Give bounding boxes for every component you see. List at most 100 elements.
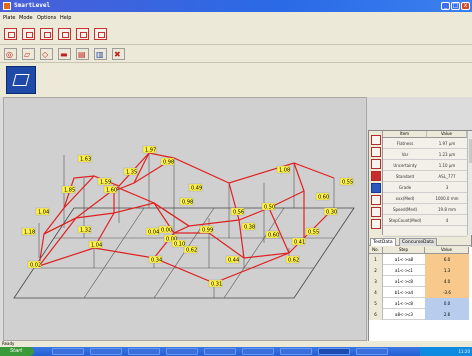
table-row[interactable]: 2 a1<->c1 1.3 bbox=[369, 265, 469, 276]
mode-strip bbox=[0, 63, 472, 97]
taskbar-item[interactable] bbox=[280, 348, 312, 355]
save-plate-button[interactable] bbox=[40, 28, 53, 40]
graph-value: 1.08 bbox=[279, 168, 290, 174]
col-value-header[interactable]: Value bbox=[427, 131, 467, 138]
graph-value: 0.02 bbox=[30, 263, 41, 269]
row-value: 1000.0 mm bbox=[435, 196, 459, 201]
table-row[interactable]: Var 1.23 μm bbox=[383, 149, 467, 160]
panel-tool-split[interactable] bbox=[371, 147, 381, 157]
toolbar-secondary: ◎ ▱ ◇ ▬ ▤ ▥ ✖ bbox=[0, 45, 472, 63]
row-value[interactable]: 1.3 bbox=[425, 265, 469, 276]
row-value: 1.10 μm bbox=[438, 163, 456, 168]
taskbar-item[interactable] bbox=[128, 348, 160, 355]
measure-tool-button[interactable]: ◎ bbox=[4, 48, 17, 60]
table-row[interactable]: 1 a1<->a8 6.0 bbox=[369, 254, 469, 265]
calc-tool-button[interactable]: ▤ bbox=[76, 48, 89, 60]
graph-value: 0.55 bbox=[308, 230, 319, 236]
col-value-header[interactable]: Value bbox=[425, 247, 469, 254]
table-row[interactable]: Flatness 1.97 μm bbox=[383, 138, 467, 149]
panel-tool-section[interactable] bbox=[371, 195, 381, 205]
table-row[interactable]: 4 b1<->a4 -3.6 bbox=[369, 287, 469, 298]
table-row[interactable]: Grade 3 bbox=[383, 182, 467, 193]
window-title: SmartLevel bbox=[14, 2, 51, 9]
row-value[interactable]: 2.6 bbox=[425, 309, 469, 320]
table-row[interactable]: 5 a1<->c8 0.0 bbox=[369, 298, 469, 309]
row-value[interactable]: -3.6 bbox=[425, 287, 469, 298]
maximize-button[interactable]: □ bbox=[451, 2, 460, 10]
taskbar-item[interactable] bbox=[242, 348, 274, 355]
taskbar-item[interactable] bbox=[90, 348, 122, 355]
row-no: 2 bbox=[369, 265, 383, 276]
row-value[interactable]: 6.0 bbox=[425, 254, 469, 265]
row-step: a1<->c8 bbox=[395, 301, 413, 306]
minimize-button[interactable]: _ bbox=[441, 2, 450, 10]
settings-button[interactable] bbox=[94, 28, 107, 40]
close-view-button[interactable]: ✖ bbox=[112, 48, 125, 60]
row-item: StepCount(Med) bbox=[388, 218, 422, 223]
row-no: 1 bbox=[369, 254, 383, 265]
eraser-icon: ◇ bbox=[42, 50, 49, 59]
table-row[interactable]: Uncertainty 1.10 μm bbox=[383, 160, 467, 171]
new-plate-button[interactable] bbox=[4, 28, 17, 40]
col-step-header[interactable]: Step bbox=[383, 247, 425, 254]
graph-value: 0.99 bbox=[202, 228, 213, 234]
taskbar-item[interactable] bbox=[204, 348, 236, 355]
row-value[interactable]: 4.0 bbox=[425, 276, 469, 287]
panel-tool-curve[interactable] bbox=[371, 159, 381, 169]
table-row[interactable]: 6 a8<->c3 2.6 bbox=[369, 309, 469, 320]
panel-tool-export[interactable] bbox=[371, 219, 381, 229]
level-tool-button[interactable]: ▬ bbox=[58, 48, 71, 60]
panel-tool-fill[interactable] bbox=[371, 171, 381, 181]
table-row[interactable]: xxx(Med) 1000.0 mm bbox=[383, 193, 467, 204]
export-button[interactable] bbox=[76, 28, 89, 40]
graph-value: 0.98 bbox=[163, 160, 174, 166]
taskbar-item[interactable] bbox=[52, 348, 84, 355]
taskbar-item[interactable] bbox=[166, 348, 198, 355]
eraser-tool-button[interactable]: ◇ bbox=[40, 48, 53, 60]
graph-value: 0.30 bbox=[326, 210, 337, 216]
row-item: Var bbox=[401, 152, 409, 157]
open-plate-button[interactable] bbox=[22, 28, 35, 40]
graph-value: 0.49 bbox=[191, 186, 202, 192]
menu-plate[interactable]: Plate bbox=[3, 15, 16, 21]
taskbar-item[interactable] bbox=[356, 348, 388, 355]
tab-concurse-data[interactable]: ConcurseData bbox=[399, 238, 437, 246]
results-scrollbar[interactable] bbox=[467, 131, 472, 235]
title-bar: SmartLevel _ □ x bbox=[0, 0, 472, 12]
close-button[interactable]: x bbox=[461, 2, 470, 10]
target-icon: ◎ bbox=[6, 50, 13, 59]
menu-options[interactable]: Options bbox=[37, 15, 56, 21]
col-item-header[interactable]: Item bbox=[383, 131, 427, 138]
graph-value: 0.31 bbox=[211, 282, 222, 288]
table-row[interactable]: 3 a1<->c8 4.0 bbox=[369, 276, 469, 287]
print-button[interactable] bbox=[58, 28, 71, 40]
taskbar-item-active[interactable] bbox=[318, 348, 350, 355]
graph-value: 1.97 bbox=[145, 148, 156, 154]
table-row[interactable]: Speed(Med) 19.8 mm bbox=[383, 204, 467, 215]
panel-tool-plane[interactable] bbox=[371, 135, 381, 145]
taskbar: Start 11:20 bbox=[0, 347, 472, 356]
chart-tool-button[interactable]: ▥ bbox=[94, 48, 107, 60]
menu-help[interactable]: Help bbox=[60, 15, 71, 21]
tab-test-data[interactable]: TestData bbox=[370, 238, 396, 246]
plate-mode-button[interactable] bbox=[6, 66, 36, 94]
panel-toolbar bbox=[369, 131, 383, 235]
panel-tool-grid[interactable] bbox=[371, 207, 381, 217]
row-value[interactable]: 0.0 bbox=[425, 298, 469, 309]
row-value: 19.8 mm bbox=[438, 207, 456, 212]
parallelogram-icon bbox=[12, 74, 30, 86]
calc-icon: ▤ bbox=[78, 50, 86, 59]
panel-tool-3d[interactable] bbox=[371, 183, 381, 193]
table-row[interactable] bbox=[383, 226, 467, 237]
test-data-grid: No. Step Value 1 a1<->a8 6.0 2 a1<->c1 1.3 3… bbox=[369, 247, 472, 342]
flatness-3d-view[interactable]: 1.63 1.97 0.98 1.59 1.08 1.85 1.35 1.60 … bbox=[3, 97, 367, 341]
table-row[interactable]: StepCount(Med) 4 bbox=[383, 215, 467, 226]
col-no-header[interactable]: No. bbox=[369, 247, 383, 254]
start-button[interactable]: Start bbox=[0, 347, 34, 356]
plane-tool-button[interactable]: ▱ bbox=[22, 48, 35, 60]
graph-value: 0.62 bbox=[186, 248, 197, 254]
table-row[interactable]: Standard ASL_777 bbox=[383, 171, 467, 182]
graph-value: 1.18 bbox=[24, 230, 35, 236]
menu-mode[interactable]: Mode bbox=[19, 15, 33, 21]
level-icon: ▬ bbox=[60, 50, 68, 59]
